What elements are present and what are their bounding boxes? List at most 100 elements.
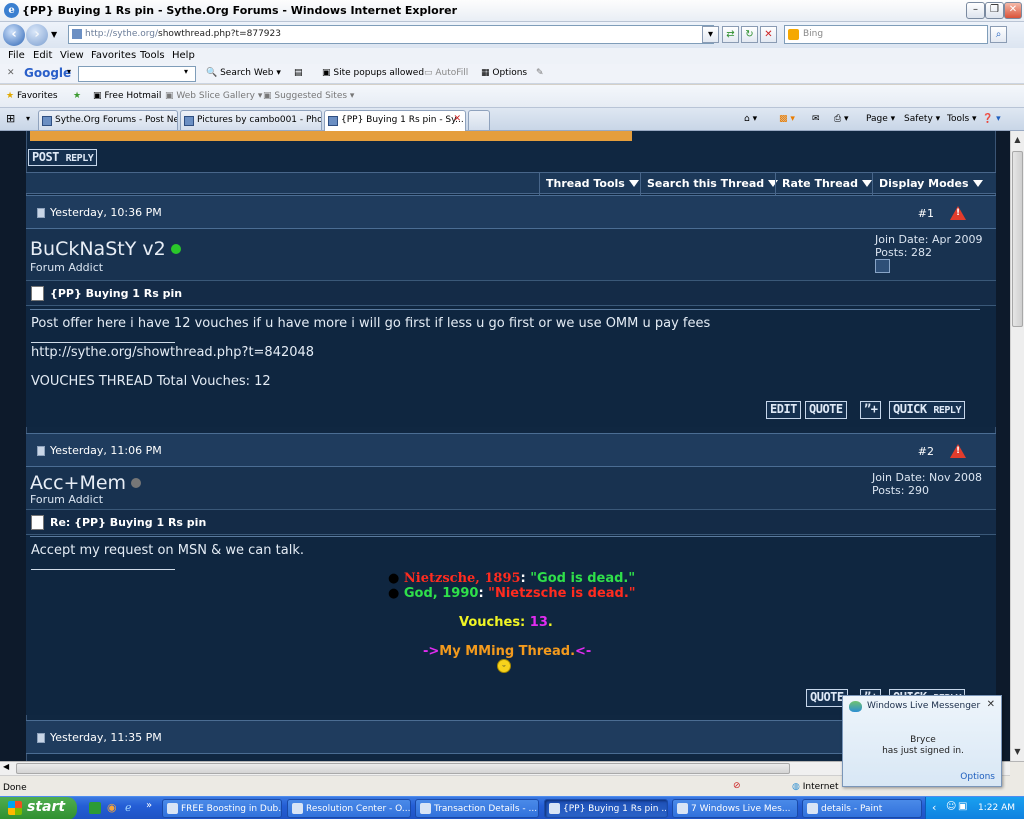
print-icon[interactable]: ⎙ ▾ [834, 114, 849, 124]
display-modes-menu[interactable]: Display Modes [879, 177, 983, 190]
menu-tools[interactable]: Tools [140, 50, 165, 61]
home-icon[interactable]: ⌂ ▾ [744, 114, 757, 124]
google-search-dropdown-icon[interactable]: ▾ [184, 67, 188, 76]
signature-link[interactable]: http://sythe.org/showthread.php?t=842048 [31, 345, 314, 360]
google-menu-icon[interactable]: ▾ [67, 67, 71, 76]
task-paint[interactable]: details - Paint [802, 799, 922, 818]
autofill-button[interactable]: ▭ AutoFill [424, 68, 468, 78]
menu-edit[interactable]: Edit [33, 50, 52, 61]
signature-mm-link[interactable]: ->My MMing Thread.<- [423, 644, 591, 659]
security-icon[interactable]: ⊘ [733, 781, 741, 791]
menu-view[interactable]: View [60, 50, 84, 61]
popup-blocker-button[interactable]: ▣ Site popups allowed [322, 68, 424, 78]
stop-icon[interactable]: ✕ [760, 26, 777, 43]
sig-author-2: God, 1990 [403, 586, 479, 601]
quote-button[interactable]: QUOTE [805, 401, 847, 419]
report-post-icon[interactable] [950, 444, 966, 458]
post-date: Yesterday, 11:35 PM [50, 731, 162, 744]
menu-help[interactable]: Help [172, 50, 195, 61]
news-icon[interactable]: ▤ [294, 68, 303, 78]
menu-favorites[interactable]: Favorites [91, 50, 136, 61]
tray-messenger-icon[interactable]: ☺ [946, 801, 956, 812]
scroll-down-icon[interactable]: ▼ [1012, 745, 1023, 759]
safety-menu[interactable]: Safety ▾ [904, 114, 940, 124]
task-windows-live-messenger[interactable]: 7 Windows Live Mes... [672, 799, 798, 818]
close-notification-icon[interactable]: ✕ [987, 699, 995, 710]
search-icon[interactable]: ⌕ [990, 26, 1007, 43]
horizontal-scroll-thumb[interactable] [16, 763, 790, 774]
new-tab-button[interactable] [468, 110, 490, 130]
vertical-scrollbar[interactable]: ▲ ▼ [1010, 131, 1024, 761]
multi-quote-button[interactable]: ”+ [860, 401, 882, 419]
post-number-link[interactable]: #2 [918, 445, 934, 458]
task-current-thread[interactable]: {PP} Buying 1 Rs pin ... [544, 799, 668, 818]
tab-pictures[interactable]: Pictures by cambo001 - Phot... [180, 110, 322, 130]
address-dropdown-icon[interactable]: ▾ [702, 26, 719, 43]
report-post-icon[interactable] [950, 206, 966, 220]
forward-button[interactable]: › [26, 24, 48, 46]
google-logo[interactable]: Google [24, 66, 71, 80]
msn-icon[interactable] [875, 259, 890, 273]
back-button[interactable]: ‹ [3, 24, 25, 46]
tab-list-icon[interactable]: ▾ [26, 114, 30, 123]
quick-reply-button[interactable]: QUICK REPLY [889, 401, 965, 419]
pencil-icon[interactable]: ✎ [536, 68, 544, 78]
close-tab-icon[interactable]: ✕ [453, 114, 461, 124]
page-menu[interactable]: Page ▾ [866, 114, 895, 124]
bing-search-input[interactable]: Bing [784, 25, 988, 44]
search-web-button[interactable]: 🔍 Search Web ▾ [206, 68, 281, 78]
scrollbar-thumb[interactable] [1012, 151, 1023, 327]
scroll-left-icon[interactable]: ◀ [3, 762, 9, 771]
quicklaunch-firefox-icon[interactable]: ◉ [107, 801, 117, 814]
username-link[interactable]: BuCkNaStY v2 [30, 238, 181, 260]
tab-sythe-post[interactable]: Sythe.Org Forums - Post Ne... [38, 110, 178, 130]
web-slice-link[interactable]: ▣ Web Slice Gallery ▾ [165, 91, 262, 101]
quicklaunch-app-icon[interactable] [89, 802, 101, 814]
search-thread-menu[interactable]: Search this Thread [647, 177, 779, 190]
free-hotmail-link[interactable]: ▣ Free Hotmail [93, 91, 161, 101]
refresh-icon[interactable]: ↻ [741, 26, 758, 43]
scroll-up-icon[interactable]: ▲ [1012, 133, 1023, 147]
maximize-button[interactable]: ❐ [985, 2, 1004, 19]
post-reply-button[interactable]: POST REPLY [28, 149, 98, 166]
zone-indicator[interactable]: ◍ Internet [792, 782, 838, 792]
post-number-link[interactable]: #1 [918, 207, 934, 220]
task-resolution-center[interactable]: Resolution Center - O... [287, 799, 411, 818]
feeds-icon[interactable]: ▩ ▾ [779, 114, 795, 124]
tools-menu[interactable]: Tools ▾ [947, 114, 977, 124]
task-transaction-details[interactable]: Transaction Details - ... [415, 799, 539, 818]
add-favorite-icon[interactable]: ★ [73, 91, 81, 101]
options-button[interactable]: ▦ Options [481, 68, 527, 78]
quick-tabs-icon[interactable]: ⊞ [6, 112, 15, 125]
menu-file[interactable]: File [8, 50, 25, 61]
google-search-input[interactable] [78, 66, 196, 82]
favorites-button[interactable]: ★ Favorites [6, 91, 58, 101]
mail-icon[interactable]: ✉ [812, 114, 820, 124]
close-button[interactable]: ✕ [1004, 2, 1022, 19]
username-link[interactable]: Acc+Mem [30, 472, 142, 494]
tab-current-thread[interactable]: {PP} Buying 1 Rs pin - Sy... ✕ [324, 110, 466, 131]
compatibility-icon[interactable]: ⇄ [722, 26, 739, 43]
tray-network-icon[interactable]: ▣ [958, 801, 967, 812]
thread-tools-menu[interactable]: Thread Tools [546, 177, 639, 190]
rate-thread-menu[interactable]: Rate Thread [782, 177, 872, 190]
tray-arrow-icon[interactable]: ‹ [932, 801, 936, 814]
start-button[interactable]: start [0, 797, 77, 819]
minimize-button[interactable]: – [966, 2, 985, 19]
notification-options-link[interactable]: Options [960, 772, 995, 782]
task-free-boosting[interactable]: FREE Boosting in Dub... [162, 799, 282, 818]
free-hotmail-label: Free Hotmail [104, 91, 162, 101]
edit-button[interactable]: EDIT [766, 401, 801, 419]
sig-author-1: Nietzsche, 1895 [403, 571, 521, 586]
close-toolbar-icon[interactable]: ✕ [7, 68, 15, 78]
safety-menu-label: Safety [904, 114, 933, 124]
history-dropdown-icon[interactable]: ▼ [51, 30, 57, 39]
messenger-notification[interactable]: Windows Live Messenger ✕ Bryce has just … [842, 695, 1002, 787]
clock[interactable]: 1:22 AM [978, 803, 1015, 813]
address-input[interactable]: http://sythe.org/showthread.php?t=877923 [68, 25, 714, 44]
toolbar-separator [872, 173, 873, 195]
suggested-sites-link[interactable]: ▣ Suggested Sites ▾ [263, 91, 354, 101]
help-icon[interactable]: ❓ ▾ [982, 114, 1001, 124]
quicklaunch-ie-icon[interactable]: ℯ [125, 801, 132, 814]
quicklaunch-more-icon[interactable]: » [146, 800, 152, 811]
